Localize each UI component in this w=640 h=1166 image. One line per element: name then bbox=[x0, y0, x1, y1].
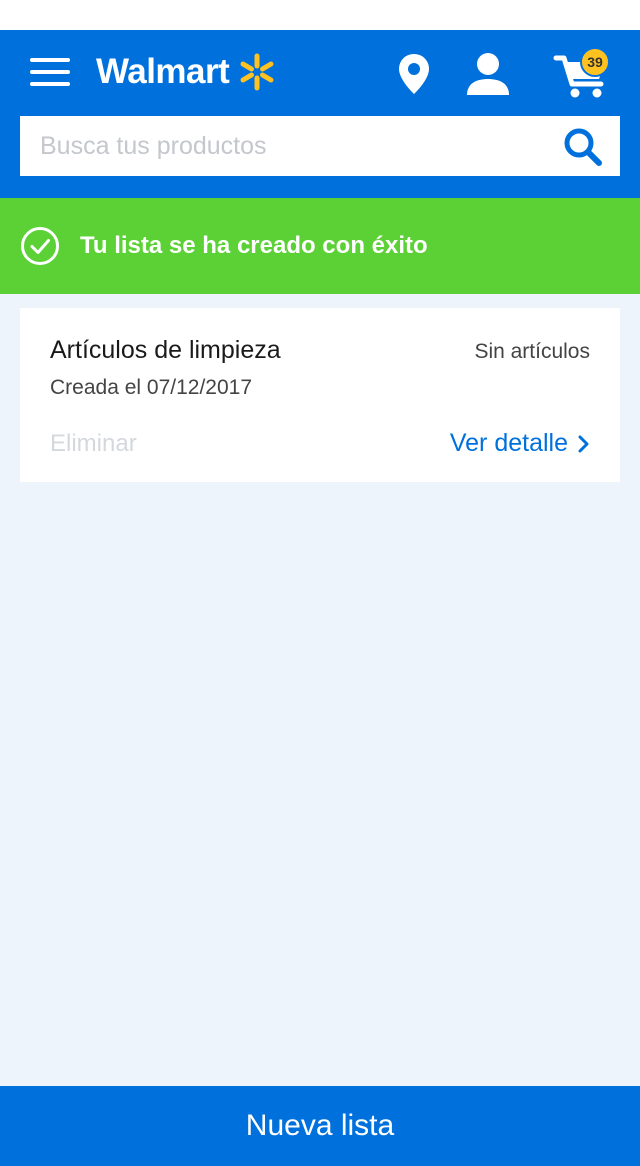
view-detail-label: Ver detalle bbox=[449, 429, 568, 457]
search-icon bbox=[564, 128, 602, 166]
search-button[interactable] bbox=[562, 126, 604, 168]
menu-bar bbox=[30, 58, 70, 62]
app-header: Walmart 39 Busca tus productos bbox=[0, 30, 640, 198]
location-pin-icon bbox=[399, 54, 429, 94]
menu-bar bbox=[30, 82, 70, 86]
search-bar bbox=[20, 116, 620, 176]
chevron-right-icon bbox=[578, 435, 589, 452]
view-detail-link[interactable]: Ver detalle bbox=[450, 429, 590, 458]
account-button[interactable] bbox=[464, 52, 512, 96]
list-card: Artículos de limpieza Sin artículos Crea… bbox=[20, 308, 620, 482]
new-list-button[interactable]: Nueva lista bbox=[0, 1086, 640, 1166]
delete-list-button[interactable]: Eliminar bbox=[50, 430, 137, 458]
new-list-label: Nueva lista bbox=[245, 1109, 395, 1142]
menu-icon[interactable] bbox=[30, 56, 70, 88]
success-message: Tu lista se ha creado con éxito bbox=[80, 232, 428, 259]
list-item-count: Sin artículos bbox=[474, 340, 590, 363]
menu-bar bbox=[30, 70, 70, 74]
status-bar bbox=[0, 0, 640, 30]
walmart-spark-icon bbox=[240, 53, 274, 91]
location-button[interactable] bbox=[396, 52, 432, 96]
check-circle-icon bbox=[21, 227, 59, 265]
search-input[interactable] bbox=[20, 116, 550, 176]
brand-name: Walmart bbox=[96, 52, 230, 91]
list-title: Artículos de limpieza bbox=[50, 336, 281, 364]
cart-count-badge: 39 bbox=[580, 47, 610, 77]
success-banner: Tu lista se ha creado con éxito bbox=[0, 198, 640, 294]
list-created-date: Creada el 07/12/2017 bbox=[50, 376, 252, 399]
account-icon bbox=[467, 53, 509, 95]
walmart-logo[interactable]: Walmart bbox=[96, 50, 277, 94]
